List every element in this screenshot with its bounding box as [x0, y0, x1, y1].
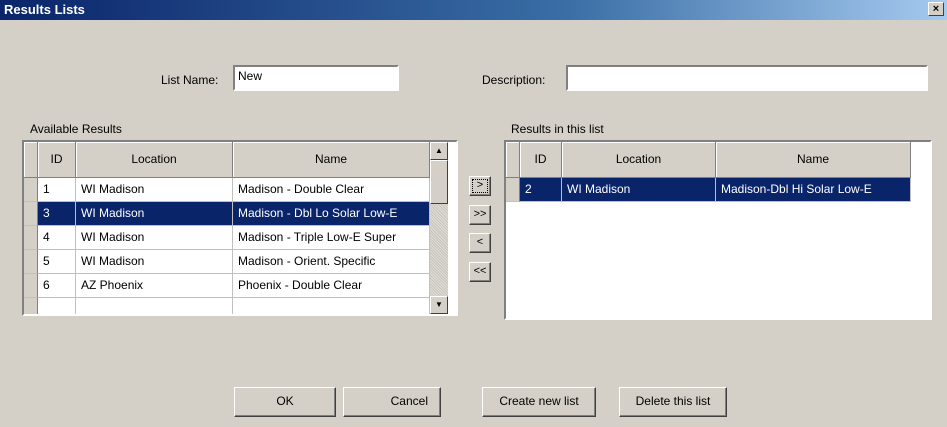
scroll-thumb[interactable] — [430, 160, 448, 204]
row-header-corner — [24, 142, 38, 178]
row-selector[interactable] — [24, 298, 38, 314]
results-in-list-grid[interactable]: ID Location Name 2 WI Madison Madison-Db… — [504, 140, 932, 320]
window-title: Results Lists — [4, 2, 85, 17]
results-in-list-label: Results in this list — [511, 122, 604, 136]
add-all-button[interactable]: >> — [469, 205, 491, 225]
cell-id: 1 — [38, 178, 76, 202]
cell-location — [76, 298, 233, 314]
row-selector[interactable] — [506, 178, 520, 202]
cell-id: 6 — [38, 274, 76, 298]
ok-button[interactable]: OK — [234, 387, 336, 417]
cell-name: Madison - Triple Low-E Super — [233, 226, 430, 250]
row-selector[interactable] — [24, 250, 38, 274]
cell-location: WI Madison — [76, 226, 233, 250]
row-header-corner — [506, 142, 520, 178]
cell-id: 5 — [38, 250, 76, 274]
cell-name: Madison - Orient. Specific — [233, 250, 430, 274]
cell-name: Phoenix - Double Clear — [233, 274, 430, 298]
cell-id: 2 — [520, 178, 562, 202]
close-icon[interactable]: × — [928, 2, 944, 16]
column-header-location[interactable]: Location — [76, 142, 233, 178]
cell-id — [38, 298, 76, 314]
column-header-id[interactable]: ID — [38, 142, 76, 178]
cell-location: WI Madison — [76, 250, 233, 274]
row-selector[interactable] — [24, 274, 38, 298]
list-name-label: List Name: — [161, 73, 219, 87]
row-selector[interactable] — [24, 178, 38, 202]
column-header-name[interactable]: Name — [233, 142, 430, 178]
title-bar: Results Lists × — [0, 0, 947, 20]
create-new-list-button[interactable]: Create new list — [482, 387, 596, 417]
vertical-scrollbar[interactable]: ▲ ▼ — [430, 142, 448, 314]
cell-location: WI Madison — [76, 202, 233, 226]
cell-location: WI Madison — [562, 178, 716, 202]
column-header-name[interactable]: Name — [716, 142, 911, 178]
cell-name: Madison - Dbl Lo Solar Low-E — [233, 202, 430, 226]
cell-id: 4 — [38, 226, 76, 250]
description-label: Description: — [482, 73, 546, 87]
cell-location: AZ Phoenix — [76, 274, 233, 298]
remove-selected-button[interactable]: < — [469, 233, 491, 253]
column-header-location[interactable]: Location — [562, 142, 716, 178]
list-name-input[interactable]: New — [233, 65, 399, 91]
cell-location: WI Madison — [76, 178, 233, 202]
cell-name: Madison - Double Clear — [233, 178, 430, 202]
row-selector[interactable] — [24, 226, 38, 250]
cancel-button[interactable]: Cancel — [343, 387, 441, 417]
column-header-id[interactable]: ID — [520, 142, 562, 178]
delete-list-button[interactable]: Delete this list — [619, 387, 727, 417]
scroll-down-icon[interactable]: ▼ — [430, 296, 448, 314]
row-selector[interactable] — [24, 202, 38, 226]
cell-name: Madison-Dbl Hi Solar Low-E — [716, 178, 911, 202]
available-results-grid[interactable]: ID Location Name 1 WI Madison Madison - … — [22, 140, 458, 316]
description-input[interactable] — [566, 65, 928, 91]
cell-name — [233, 298, 430, 314]
scroll-up-icon[interactable]: ▲ — [430, 142, 448, 160]
cell-id: 3 — [38, 202, 76, 226]
remove-all-button[interactable]: << — [469, 262, 491, 282]
available-results-label: Available Results — [30, 122, 122, 136]
add-selected-button[interactable]: > — [469, 176, 491, 196]
